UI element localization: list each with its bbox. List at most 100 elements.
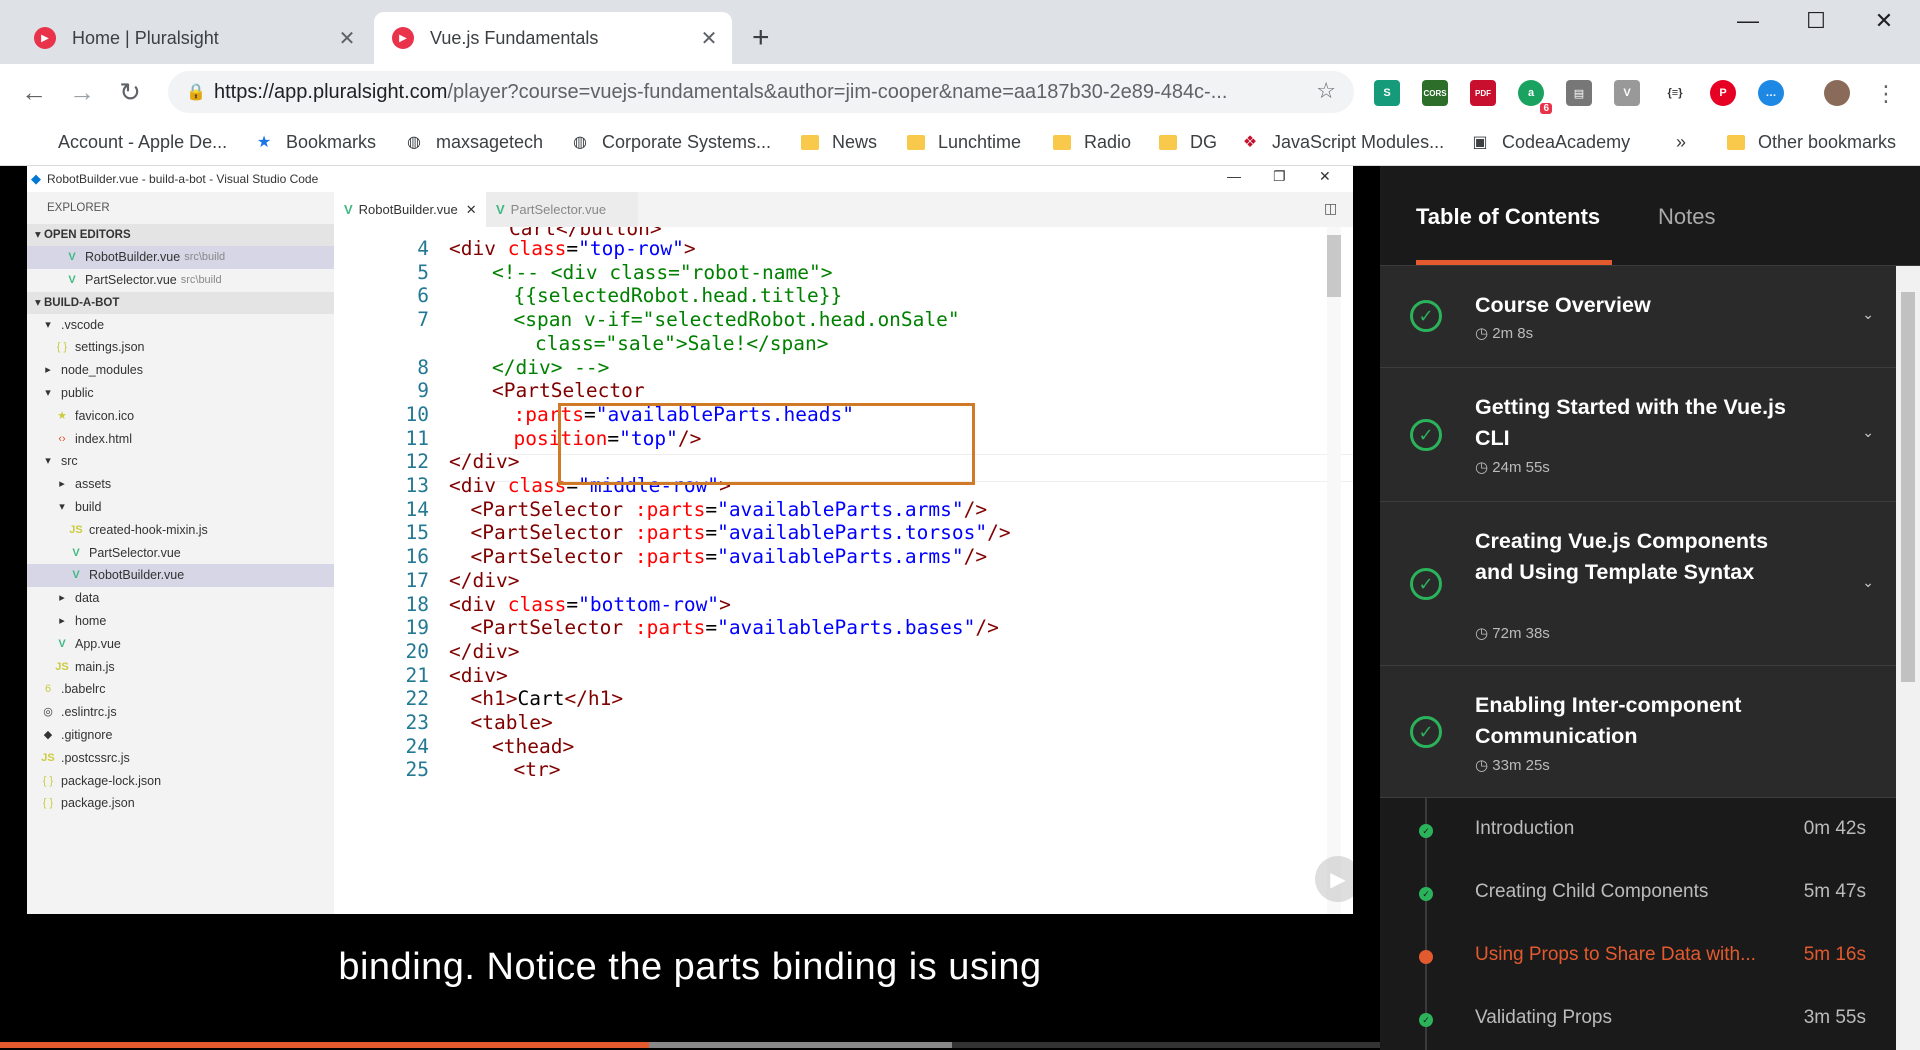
json-file-icon: { } (56, 341, 68, 354)
extension-a-label: a (1527, 87, 1535, 99)
profile-avatar[interactable] (1824, 80, 1850, 106)
clip-item-current[interactable]: Using Props to Share Data with... 5m 16s (1380, 926, 1896, 988)
bookmark-item[interactable]: ❖ JavaScript Modules... (1240, 128, 1444, 156)
pinterest-icon[interactable]: P (1710, 80, 1736, 106)
extension-pdf-icon[interactable]: PDF (1470, 80, 1496, 106)
messenger-icon[interactable]: … (1758, 80, 1784, 106)
bookmark-item[interactable]: ▣ CodeaAcademy (1470, 128, 1630, 156)
extension-badge: 6 (1540, 103, 1552, 114)
bookmark-label: Other bookmarks (1758, 131, 1897, 152)
bookmark-item[interactable]: DG (1158, 128, 1217, 156)
bookmark-item[interactable]: ★ Bookmarks (254, 128, 376, 156)
clip-item[interactable]: ✓ Introduction 0m 42s (1380, 800, 1896, 862)
bookmark-item[interactable]: Account - Apple De... (26, 128, 227, 156)
editor-scrollbar (1327, 227, 1341, 914)
menu-dots-icon[interactable]: ⋮ (1868, 78, 1904, 110)
file-path: src\build (184, 251, 226, 263)
code-line: <h1>Cart</h1> (470, 687, 624, 711)
open-editors-section: ▾ OPEN EDITORS (27, 224, 334, 246)
file-tree-item: V App.vue (27, 633, 334, 656)
comment-icon[interactable]: ▤ (1566, 80, 1592, 106)
bookmark-item[interactable]: News (800, 128, 877, 156)
extension-a-icon[interactable]: a6 (1518, 80, 1552, 114)
file-name: assets (75, 477, 112, 492)
tab-table-of-contents[interactable]: Table of Contents (1416, 204, 1600, 230)
close-window-icon[interactable]: ✕ (1864, 8, 1904, 34)
tab-title: Home | Pluralsight (72, 27, 219, 48)
extension-json-icon[interactable]: {≡} (1662, 80, 1688, 106)
file-name: node_modules (61, 363, 144, 378)
browser-tab-home[interactable]: ▶ Home | Pluralsight ✕ (16, 12, 370, 64)
editor-tab-label: RobotBuilder.vue (358, 202, 458, 217)
file-name: data (75, 591, 100, 606)
clip-duration: 0m 42s (1803, 818, 1866, 839)
video-progress-bar[interactable] (0, 1042, 1380, 1048)
toc-scrollbar[interactable] (1896, 266, 1920, 1050)
new-tab-icon[interactable]: + (752, 18, 770, 58)
maximize-icon[interactable]: ☐ (1796, 8, 1836, 34)
bookmark-item[interactable]: Lunchtime (906, 128, 1021, 156)
chevron-right-icon: ▸ (59, 478, 65, 491)
folder-icon (1726, 132, 1746, 152)
file-name: App.vue (75, 636, 121, 651)
address-bar[interactable]: 🔒 https://app.pluralsight.com/player?cou… (168, 71, 1354, 113)
back-icon[interactable]: ← (16, 76, 52, 108)
code-line: </div> (449, 639, 520, 663)
extension-s-icon[interactable]: S (1374, 80, 1400, 106)
vscode-minimize-icon: — (1227, 168, 1241, 184)
buffered-bar (648, 1042, 953, 1048)
close-icon[interactable]: ✕ (332, 26, 362, 51)
more-bookmarks-button[interactable]: » (1676, 128, 1686, 156)
clip-item[interactable]: ✓ Validating Props 3m 55s (1380, 989, 1896, 1050)
module-item[interactable]: ✓ Creating Vue.js Components and Using T… (1380, 502, 1896, 666)
module-item-expanded[interactable]: ✓ Enabling Inter-component Communication… (1380, 666, 1896, 798)
url-text[interactable]: https://app.pluralsight.com/player?cours… (214, 81, 1294, 104)
bookmark-item[interactable]: ◍ maxsagetech (404, 128, 543, 156)
chevron-down-icon[interactable]: ⌄ (1862, 574, 1874, 591)
site-icon: ❖ (1242, 134, 1258, 151)
minimize-icon[interactable]: — (1728, 8, 1768, 34)
video-caption: binding. Notice the parts binding is usi… (338, 946, 1042, 988)
other-bookmarks[interactable]: Other bookmarks (1726, 128, 1896, 156)
scrollbar-thumb (1327, 235, 1341, 297)
bookmark-label: News (832, 131, 878, 152)
clip-title: Creating Child Components (1475, 881, 1709, 902)
bookmark-star-icon[interactable]: ☆ (1316, 78, 1336, 104)
close-icon[interactable]: ✕ (694, 26, 724, 51)
line-number: 9 (417, 379, 429, 403)
tab-notes[interactable]: Notes (1658, 204, 1715, 230)
clip-item[interactable]: ✓ Creating Child Components 5m 47s (1380, 863, 1896, 925)
scrollbar-thumb[interactable] (1901, 292, 1915, 682)
pluralsight-icon: ▶ (392, 27, 414, 49)
code-line: <thead> (492, 734, 575, 758)
chevron-down-icon[interactable]: ⌄ (1862, 424, 1874, 441)
bookmark-label: Account - Apple De... (58, 131, 228, 152)
reload-icon[interactable]: ↻ (112, 76, 148, 108)
file-tree-item: { } package-lock.json (27, 770, 334, 793)
line-number: 20 (405, 639, 429, 663)
file-tree-item: ▸ assets (27, 473, 334, 496)
bookmark-item[interactable]: ◍ Corporate Systems... (570, 128, 771, 156)
bookmarks-bar: Account - Apple De... ★ Bookmarks ◍ maxsag… (0, 120, 1920, 166)
play-overlay-icon[interactable]: ▶ (1315, 856, 1353, 902)
clip-title: Introduction (1475, 818, 1575, 839)
browser-tab-vuejs[interactable]: ▶ Vue.js Fundamentals ✕ (374, 12, 732, 64)
explorer-header: EXPLORER (47, 202, 110, 214)
extension-cors-icon[interactable]: CORS (1422, 80, 1448, 106)
globe-icon: ◍ (407, 134, 421, 151)
line-number: 6 (417, 284, 429, 308)
duration-value: 2m 8s (1492, 325, 1534, 342)
bookmark-item[interactable]: Radio (1052, 128, 1131, 156)
favicon-file-icon: ★ (57, 409, 67, 422)
extension-v-icon[interactable]: V (1614, 80, 1640, 106)
chevron-down-icon[interactable]: ⌄ (1862, 306, 1874, 323)
module-item[interactable]: ✓ Course Overview ◷ 2m 8s ⌄ (1380, 266, 1896, 368)
json-file-icon: { } (42, 797, 54, 810)
bookmark-label: JavaScript Modules... (1272, 131, 1445, 152)
video-frame-vscode[interactable]: ◆ RobotBuilder.vue - build-a-bot - Visua… (27, 166, 1353, 914)
module-item[interactable]: ✓ Getting Started with the Vue.js CLI ◷ … (1380, 368, 1896, 502)
forward-icon[interactable]: → (64, 76, 100, 108)
line-number: 8 (417, 355, 429, 379)
file-name: home (75, 613, 107, 628)
editor-tab-robotbuilder: V RobotBuilder.vue ✕ (334, 192, 486, 227)
